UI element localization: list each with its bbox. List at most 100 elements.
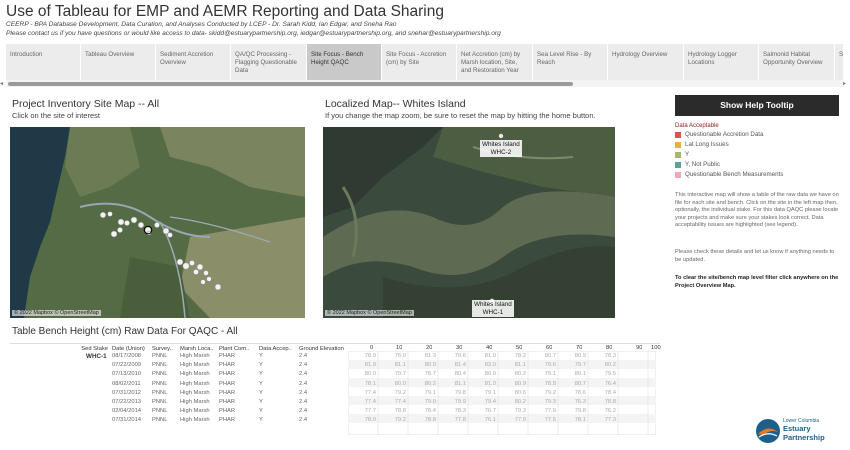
cell-plant: PHAR <box>219 417 236 424</box>
cell-ground: 2.4 <box>299 399 308 405</box>
cell-value: 81.4 <box>454 362 466 369</box>
column-header[interactable]: Plant Com.. <box>219 346 257 352</box>
help-paragraph: This interactive map will show a table o… <box>675 192 839 228</box>
cell-accept: Y <box>259 362 263 369</box>
cell-value: 78.3 <box>604 353 616 359</box>
legend-item[interactable]: Lat Long Issues <box>675 141 729 148</box>
show-help-tooltip-button[interactable]: Show Help Tooltip <box>675 95 839 116</box>
cell-value: 80.2 <box>514 399 526 405</box>
cell-value: 78.9 <box>364 353 376 359</box>
tab-label: S <box>839 51 844 58</box>
axis-tick-label: 80 <box>606 345 613 351</box>
map1-credit: © 2022 Mapbox © OpenStreetMap <box>12 310 101 316</box>
tab-hydrology-overview[interactable]: Hydrology Overview <box>608 44 684 80</box>
cell-plant: PHAR <box>219 380 236 387</box>
cell-value: 76.7 <box>484 408 496 415</box>
cell-marsh: High Marsh <box>180 353 210 359</box>
cell-value: 76.2 <box>604 408 616 415</box>
tab-label: Sediment Accretion Overview <box>160 51 214 66</box>
cell-value: 80.2 <box>424 380 436 387</box>
cell-value: 80.0 <box>394 380 406 387</box>
cell-survey: PNNL <box>152 362 168 369</box>
cell-value: 81.1 <box>394 362 406 369</box>
legend-swatch <box>675 141 681 148</box>
tab-hydrology-logger-locations[interactable]: Hydrology Logger Locations <box>684 44 759 80</box>
cell-ground: 2.4 <box>299 362 308 369</box>
page-title: Use of Tableau for EMP and AEMR Reportin… <box>6 3 444 20</box>
cell-value: 81.0 <box>484 353 496 359</box>
cell-value: 79.5 <box>604 371 616 378</box>
cell-ground: 2.4 <box>299 371 308 378</box>
cell-accept: Y <box>259 399 263 405</box>
legend-label: Y <box>685 151 690 158</box>
scroll-left-arrow-icon[interactable]: ◂ <box>0 80 3 87</box>
column-header[interactable]: Marsh Loca.. <box>180 346 217 352</box>
tab-sediment-accretion-overview[interactable]: Sediment Accretion Overview <box>156 44 231 80</box>
tabs-scrollbar-thumb[interactable] <box>8 82 573 86</box>
cell-value: 80.9 <box>574 353 586 359</box>
cell-value: 78.4 <box>604 389 616 396</box>
logo-line2: Estuary <box>783 424 811 433</box>
legend-item[interactable]: Questionable Bench Measurements <box>675 171 783 178</box>
tab-sea-level-rise[interactable]: Sea Level Rise - By Reach <box>533 44 608 80</box>
cell-value: 79.4 <box>484 399 496 405</box>
legend-swatch <box>675 171 681 178</box>
legend-item[interactable]: Y <box>675 151 689 158</box>
cell-value: 79.7 <box>574 362 586 369</box>
cell-date: 08/02/2011 <box>112 380 141 387</box>
cell-marsh: High Marsh <box>180 371 210 378</box>
cell-date: 07/22/2013 <box>112 399 142 405</box>
cell-value: 79.3 <box>514 408 526 415</box>
cell-value: 80.0 <box>424 362 436 369</box>
legend-item[interactable]: Y, Not Public <box>675 161 720 168</box>
map-label-whc1: Whites Island WHC-1 <box>472 300 514 317</box>
cell-value: 79.1 <box>544 371 556 378</box>
project-inventory-map[interactable]: © 2022 Mapbox © OpenStreetMap <box>10 127 305 318</box>
legend-item[interactable]: Questionable Accretion Data <box>675 131 763 138</box>
cell-value: 80.9 <box>484 371 496 378</box>
column-header[interactable]: Data Accep.. <box>259 346 297 352</box>
tab-site-focus-accretion[interactable]: Site Focus - Accretion (cm) by Site <box>382 44 457 80</box>
cell-value: 77.4 <box>364 399 376 405</box>
axis-tick-label: 50 <box>516 345 523 351</box>
tab-qaqc-processing[interactable]: QA/QC Processing - Flagging Questionable… <box>231 44 307 80</box>
satellite-map-image <box>323 127 615 318</box>
tab-net-accretion[interactable]: Net Accretion (cm) by Marsh location, Si… <box>457 44 533 80</box>
cell-value: 78.0 <box>364 417 376 424</box>
scroll-right-arrow-icon[interactable]: ▸ <box>843 80 846 87</box>
cell-value: 79.1 <box>484 389 496 396</box>
column-header[interactable]: Sed Stake <box>52 346 108 352</box>
column-header[interactable]: Survey.. <box>152 346 178 352</box>
cell-value: 80.7 <box>574 380 586 387</box>
cell-marsh: High Marsh <box>180 362 210 369</box>
cell-value: 79.8 <box>574 408 586 415</box>
cell-accept: Y <box>259 417 263 424</box>
localized-map[interactable]: Whites Island WHC-2 Whites Island WHC-1 … <box>323 127 615 318</box>
cell-accept: Y <box>259 389 263 396</box>
cell-ground: 2.4 <box>299 408 308 415</box>
cell-value: 80.2 <box>514 371 526 378</box>
tab-introduction[interactable]: Introduction <box>6 44 81 80</box>
map2-instruction: If you change the map zoom, be sure to r… <box>325 111 596 120</box>
table-title: Table Bench Height (cm) Raw Data For QAQ… <box>12 326 238 337</box>
cell-value: 79.3 <box>544 399 556 405</box>
tab-label: Net Accretion (cm) by Marsh location, Si… <box>461 51 521 74</box>
cell-value: 76.4 <box>604 380 616 387</box>
tab-salmonid-habitat[interactable]: Salmonid Habitat Opportunity Overview <box>759 44 835 80</box>
column-header[interactable]: Date (Union) <box>112 346 148 352</box>
stake-label[interactable]: WHC-1 <box>86 353 107 360</box>
cell-value: 76.0 <box>394 353 406 359</box>
legend-label: Lat Long Issues <box>685 141 729 148</box>
cell-marsh: High Marsh <box>180 399 210 405</box>
tab-tableau-overview[interactable]: Tableau Overview <box>81 44 156 80</box>
cell-date: 07/31/2012 <box>112 389 142 396</box>
tab-overflow[interactable]: S <box>835 44 844 80</box>
tab-label: Salmonid Habitat Opportunity Overview <box>763 51 823 66</box>
legend-title: Data Acceptable <box>675 123 719 129</box>
cell-date: 07/22/2009 <box>112 362 142 369</box>
cell-value: 79.9 <box>454 399 466 405</box>
tab-site-focus-bench-height[interactable]: Site Focus - Bench Height QAQC <box>307 44 382 80</box>
column-header[interactable]: Ground Elevation <box>299 346 351 352</box>
contact-subtitle: Please contact us if you have questions … <box>6 30 501 37</box>
tab-label: Site Focus - Accretion (cm) by Site <box>386 51 447 66</box>
